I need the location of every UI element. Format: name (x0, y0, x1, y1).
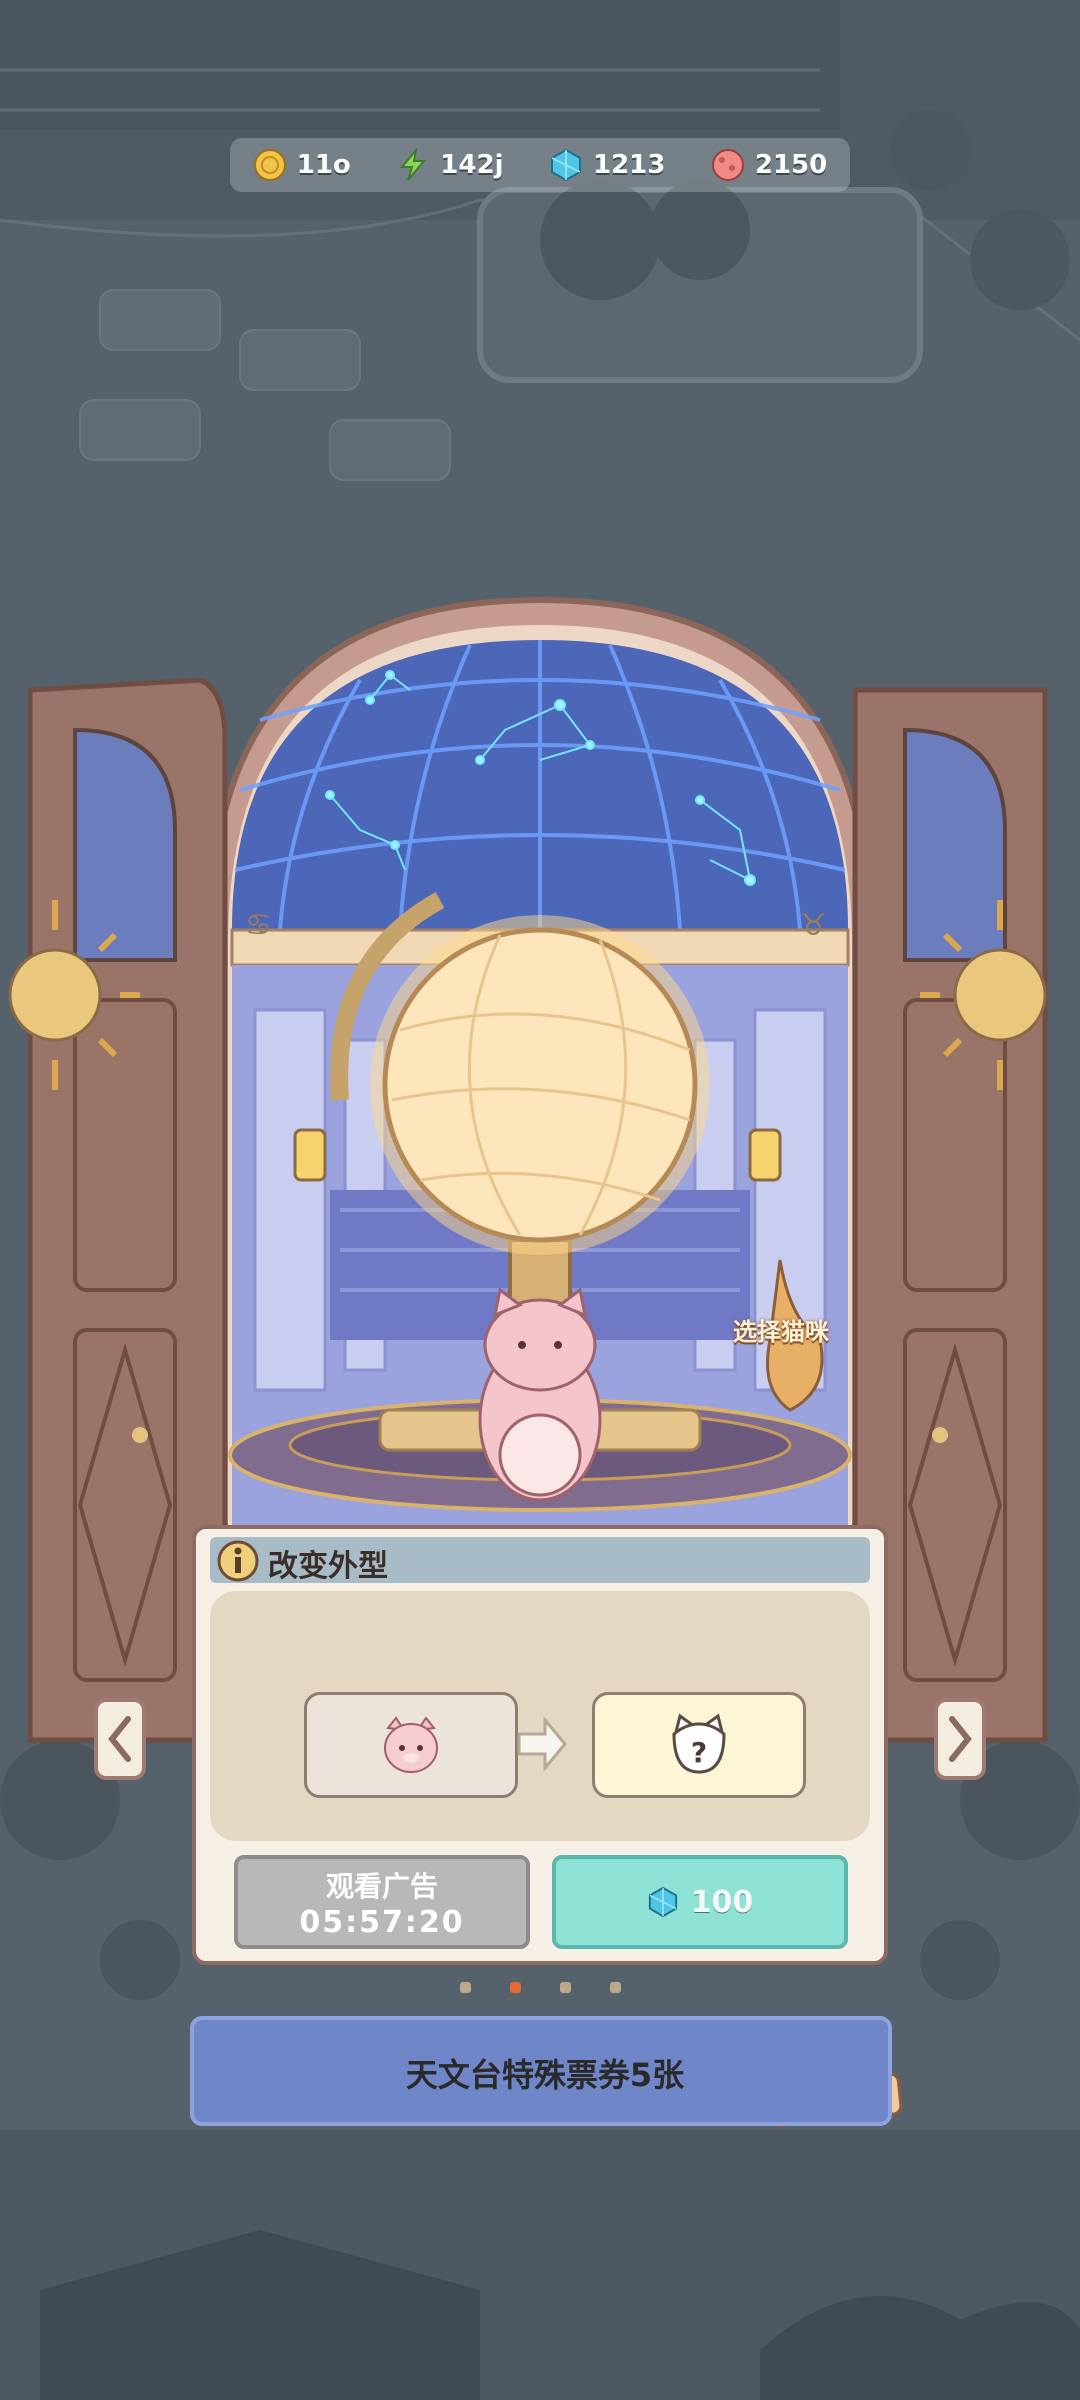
lightning-icon (400, 148, 427, 181)
page-dot (560, 1982, 571, 1993)
info-icon[interactable] (216, 1539, 260, 1583)
gem-price: 100 (690, 1884, 754, 1920)
next-button[interactable] (934, 1698, 986, 1780)
buy-with-gems-button[interactable]: 100 (552, 1855, 848, 1949)
chevron-right-icon (949, 1716, 972, 1762)
blue-gem-icon (648, 1886, 677, 1918)
resource-bar: 11o 142j 1213 2150 (230, 138, 850, 192)
watch-ad-button[interactable]: 观看广告 05:57:20 (234, 1855, 530, 1949)
cookie-value: 2150 (754, 150, 828, 180)
appearance-panel: ? (210, 1591, 870, 1841)
coin-value: 11o (296, 150, 351, 180)
current-appearance-slot[interactable] (304, 1692, 518, 1798)
page-dot (460, 1982, 471, 1993)
svg-text:♉: ♉ (800, 908, 827, 943)
watch-ad-label: 观看广告 (325, 1869, 438, 1903)
chevron-left-icon (108, 1716, 131, 1762)
pink-cat-face-icon (384, 1716, 438, 1773)
pink-cookie-icon (711, 149, 744, 181)
change-appearance-dialog: 改变外型 ? 观看广告 05:57:20 100 (192, 1525, 888, 1965)
blue-gem-icon (550, 148, 581, 182)
resource-energy[interactable]: 142j (396, 148, 503, 182)
energy-value: 142j (440, 150, 504, 180)
svg-text:♋: ♋ (245, 908, 272, 943)
select-cat-label[interactable]: 选择猫咪 (733, 1312, 829, 1347)
new-appearance-slot[interactable]: ? (592, 1692, 806, 1798)
resource-cookie[interactable]: 2150 (711, 148, 827, 182)
arrow-right-icon (517, 1716, 567, 1772)
dialog-title: 改变外型 (268, 1549, 388, 1584)
mystery-cat-icon: ? (672, 1713, 726, 1774)
coin-icon (253, 149, 286, 181)
resource-coin[interactable]: 11o (253, 148, 351, 182)
resource-gem[interactable]: 1213 (549, 148, 665, 182)
page-dot (610, 1982, 621, 1993)
ticket-reward-banner[interactable]: 天文台特殊票券5张 (190, 2016, 892, 2126)
prev-button[interactable] (94, 1698, 146, 1780)
banner-text: 天文台特殊票券5张 (405, 2056, 685, 2094)
gem-value: 1213 (592, 150, 666, 180)
page-dot-active (510, 1982, 521, 1993)
svg-text:?: ? (691, 1736, 707, 1769)
ad-cooldown-timer: 05:57:20 (299, 1904, 465, 1940)
